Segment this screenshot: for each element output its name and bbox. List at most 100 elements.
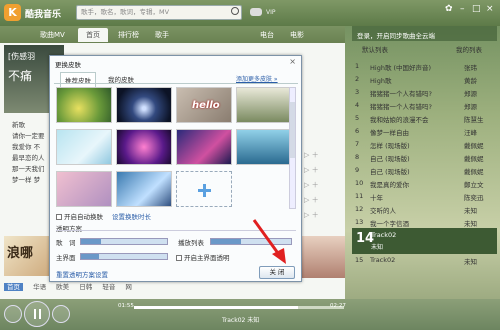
- row-action-icons: ▷ ＋ ▷ ＋ ▷ ＋ ▷ ＋ ▷ ＋: [304, 150, 344, 225]
- tab-category[interactable]: 轻音: [102, 283, 115, 291]
- total-time: 02:27: [330, 303, 346, 309]
- song-title: 猪猪猪一个人有错吗?: [370, 103, 432, 111]
- list-item[interactable]: 7 怎样 (现场版) 戴佩妮: [352, 140, 497, 152]
- skin-hello-text: hello: [192, 100, 220, 111]
- list-item[interactable]: 8 自己 (现场版) 戴佩妮: [352, 153, 497, 165]
- list-item[interactable]: 3 猪猪猪一个人有错吗? 郑源: [352, 88, 497, 100]
- play-icon[interactable]: ▷ ＋: [304, 150, 344, 165]
- skin-thumbnail[interactable]: [236, 129, 292, 165]
- progress-bar[interactable]: [134, 306, 344, 309]
- song-number: 12: [355, 205, 364, 213]
- list-item[interactable]: 12 交听的人 未知: [352, 205, 497, 217]
- pause-icon[interactable]: [24, 301, 50, 327]
- list-item[interactable]: 我爱你 不: [12, 142, 45, 153]
- more-skins-link[interactable]: 添加更多皮肤 »: [236, 74, 278, 83]
- play-icon[interactable]: ▷ ＋: [304, 180, 344, 195]
- prev-icon[interactable]: [4, 305, 22, 323]
- reset-transparency-link[interactable]: 重置透明方案设置: [56, 269, 108, 279]
- tab-mv[interactable]: 歌曲MV: [40, 30, 65, 40]
- skin-thumbnail[interactable]: [56, 87, 112, 123]
- list-item[interactable]: 2 High歌 黄龄: [352, 75, 497, 87]
- list-item[interactable]: 4 猪猪猪一个人有错吗? 郑源: [352, 101, 497, 113]
- playlist-tabs: 默认列表 我的列表: [352, 41, 497, 56]
- dialog-close-icon[interactable]: ×: [289, 57, 296, 66]
- skin-thumbnail[interactable]: [116, 129, 172, 165]
- list-item[interactable]: 最早恋的人: [12, 153, 45, 164]
- play-icon[interactable]: ▷ ＋: [304, 210, 344, 225]
- main-transparent-checkbox-row[interactable]: 开启主界面透明: [176, 252, 230, 262]
- song-artist: 未知: [464, 220, 477, 228]
- tab-default-list[interactable]: 默认列表: [362, 44, 388, 54]
- tab-home[interactable]: 首页: [78, 28, 108, 42]
- skin-thumbnail[interactable]: [236, 87, 292, 123]
- main-ui-label: 主界面: [56, 254, 76, 262]
- auto-change-checkbox-row[interactable]: 开启自动换肤: [56, 211, 103, 221]
- song-artist: 郑源: [464, 90, 477, 98]
- auto-change-checkbox[interactable]: [56, 214, 62, 220]
- list-item[interactable]: 15 Track02 未知: [352, 256, 497, 268]
- list-item[interactable]: 1 High歌 (中国好声音) 张玮: [352, 62, 497, 74]
- song-number: 11: [355, 192, 364, 200]
- list-item[interactable]: 11 十年 陈奕迅: [352, 192, 497, 204]
- search-icon[interactable]: [231, 7, 239, 15]
- next-icon[interactable]: [52, 305, 70, 323]
- search-input[interactable]: 歌手，歌名，歌词，专辑，MV: [76, 5, 242, 20]
- minimize-icon[interactable]: –: [460, 4, 465, 14]
- list-item[interactable]: 6 像梦一样自由 汪峰: [352, 127, 497, 139]
- tab-movies[interactable]: 电影: [290, 30, 304, 40]
- song-title: High歌 (中国好声音): [370, 64, 432, 72]
- skin-thumbnail[interactable]: [56, 129, 112, 165]
- tab-recommended-skins[interactable]: 推荐皮肤: [60, 72, 96, 87]
- add-icon[interactable]: [198, 184, 211, 197]
- kuwo-logo-icon: K: [4, 4, 21, 21]
- tab-my-list[interactable]: 我的列表: [456, 44, 482, 54]
- skin-thumbnail[interactable]: [56, 171, 112, 207]
- song-artist: 戴佩妮: [464, 142, 484, 150]
- track-info: Track02 未知: [222, 317, 260, 324]
- maximize-icon[interactable]: □: [472, 4, 481, 14]
- song-number: 9: [355, 166, 360, 174]
- song-number: 4: [355, 101, 360, 109]
- song-artist: 戴佩妮: [464, 168, 484, 176]
- playlist-label: 播放列表: [178, 239, 204, 247]
- auto-change-duration-link[interactable]: 设置换肤时长: [112, 211, 151, 221]
- scroll-thumb[interactable]: [290, 102, 295, 158]
- play-icon[interactable]: ▷ ＋: [304, 195, 344, 210]
- list-item[interactable]: 9 自己 (现场版) 戴佩妮: [352, 166, 497, 178]
- tab-radio[interactable]: 电台: [260, 30, 274, 40]
- gamepad-icon[interactable]: [250, 8, 262, 16]
- song-artist: 张玮: [464, 64, 477, 72]
- list-item[interactable]: 新歌: [12, 120, 45, 131]
- tab-artists[interactable]: 歌手: [155, 30, 169, 40]
- skin-thumbnail[interactable]: [116, 87, 172, 123]
- tab-charts[interactable]: 排行榜: [118, 30, 139, 40]
- login-banner[interactable]: 登录，开启同步歌曲全云端: [352, 26, 497, 41]
- skin-thumbnail[interactable]: [116, 171, 172, 207]
- skin-thumbnail[interactable]: hello: [176, 87, 232, 123]
- tab-category[interactable]: 华语: [33, 283, 46, 291]
- list-item[interactable]: 5 我和姑娘的浪漫不会 陈慧生: [352, 114, 497, 126]
- song-artist: 戴佩妮: [464, 155, 484, 163]
- main-transparent-checkbox[interactable]: [176, 255, 182, 261]
- tab-category[interactable]: 日韩: [79, 283, 92, 291]
- tab-category[interactable]: 网: [125, 283, 132, 291]
- now-playing-row[interactable]: 14 Track02 未知: [352, 228, 497, 254]
- list-item[interactable]: 请你一定要: [12, 131, 45, 142]
- lyrics-transparency-slider[interactable]: [80, 238, 168, 245]
- tab-category[interactable]: 首页: [4, 283, 23, 291]
- song-number: 13: [355, 218, 364, 226]
- lyrics-label: 歌 词: [56, 239, 76, 247]
- recommend-list: 新歌 请你一定要 我爱你 不 最早恋的人 那一天我们 梦一样 梦: [12, 120, 45, 186]
- song-title: High歌: [370, 77, 392, 85]
- tab-category[interactable]: 欧美: [56, 283, 69, 291]
- skin-scrollbar[interactable]: [289, 87, 296, 209]
- list-item[interactable]: 梦一样 梦: [12, 175, 45, 186]
- skin-thumbnail[interactable]: [176, 129, 232, 165]
- vip-badge[interactable]: VIP: [266, 9, 276, 16]
- main-transparency-slider[interactable]: [80, 253, 168, 260]
- list-item[interactable]: 10 我是真的爱你 鄭立文: [352, 179, 497, 191]
- play-icon[interactable]: ▷ ＋: [304, 165, 344, 180]
- list-item[interactable]: 那一天我们: [12, 164, 45, 175]
- close-icon[interactable]: ×: [486, 4, 494, 14]
- skin-icon[interactable]: ✿: [445, 4, 453, 14]
